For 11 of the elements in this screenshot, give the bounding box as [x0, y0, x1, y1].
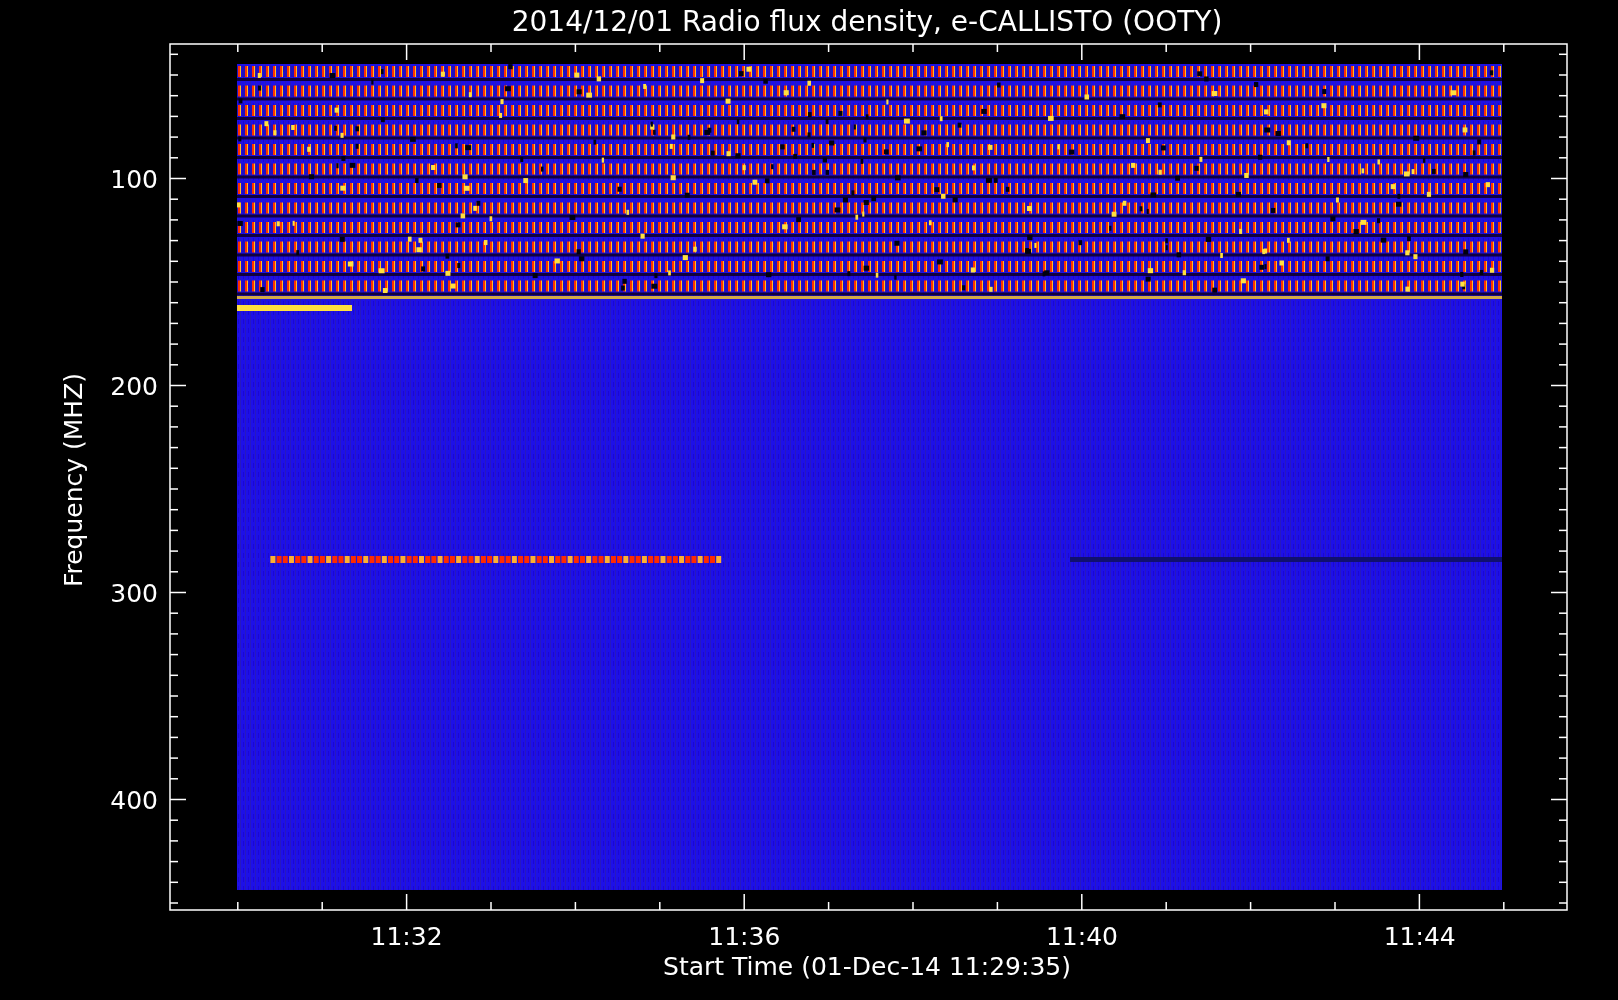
tick-label: 100: [110, 164, 158, 194]
tick-label: 300: [110, 578, 158, 608]
tick-label: 11:32: [370, 922, 443, 951]
tick-label: 11:36: [708, 922, 781, 951]
tick-label: 11:40: [1046, 922, 1118, 951]
axis-title: Start Time (01-Dec-14 11:29:35): [663, 952, 1071, 981]
tick-label: 400: [110, 785, 158, 815]
plot-title: 2014/12/01 Radio flux density, e-CALLISTO (OOTY): [511, 5, 1223, 38]
axis-title: Frequency (MHZ): [59, 372, 88, 588]
tick-label: 200: [110, 371, 158, 401]
tick-label: 11:44: [1383, 922, 1456, 951]
